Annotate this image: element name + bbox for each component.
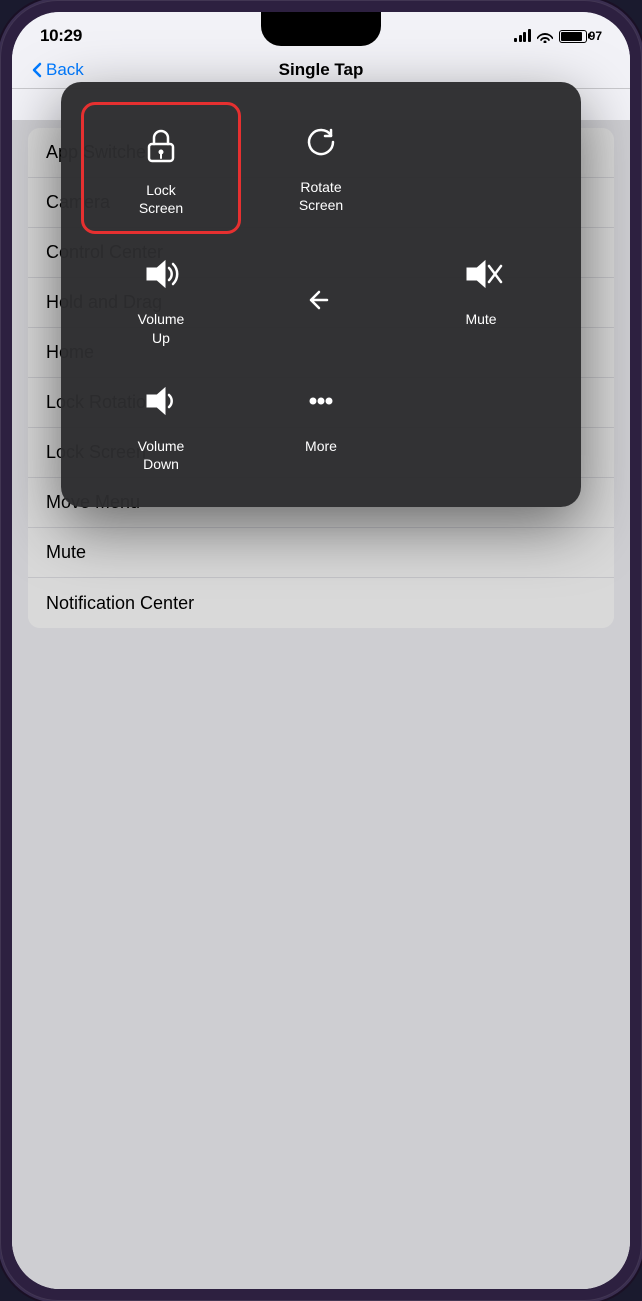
phone-frame: 10:29 97: [0, 0, 642, 1301]
popup-item-mute-label: Mute: [465, 310, 496, 328]
popup-item-mute[interactable]: Mute: [401, 234, 561, 360]
back-label: Back: [46, 60, 84, 80]
popup-item-rotate-screen[interactable]: RotateScreen: [241, 102, 401, 234]
battery-indicator: 97: [559, 29, 602, 43]
notch: [261, 12, 381, 46]
page-title: Single Tap: [279, 60, 364, 80]
signal-icon: [514, 30, 531, 42]
popup-menu: LockScreen RotateScreen: [61, 82, 581, 507]
rotate-icon: [299, 120, 343, 170]
popup-item-more-label: More: [305, 437, 337, 455]
popup-item-volume-up-label: VolumeUp: [138, 310, 185, 346]
battery-level: 97: [589, 29, 602, 43]
mute-icon: [459, 252, 503, 302]
wifi-icon: [537, 30, 553, 43]
popup-item-volume-down[interactable]: VolumeDown: [81, 361, 241, 487]
popup-item-volume-down-label: VolumeDown: [138, 437, 185, 473]
volume-down-icon: [139, 379, 183, 429]
status-time: 10:29: [40, 26, 82, 46]
popup-grid: LockScreen RotateScreen: [81, 102, 561, 487]
back-button[interactable]: Back: [32, 60, 84, 80]
popup-item-rotate-label: RotateScreen: [299, 178, 343, 214]
screen: 10:29 97: [12, 12, 630, 1289]
status-right: 97: [514, 29, 602, 43]
more-icon: [299, 379, 343, 429]
volume-up-icon: [139, 252, 183, 302]
popup-item-more[interactable]: More: [241, 361, 401, 487]
popup-back-arrow[interactable]: [241, 234, 401, 360]
popup-item-lock-screen-label: LockScreen: [139, 181, 183, 217]
popup-item-volume-up[interactable]: VolumeUp: [81, 234, 241, 360]
popup-item-lock-screen[interactable]: LockScreen: [81, 102, 241, 234]
lock-icon: [139, 123, 183, 173]
